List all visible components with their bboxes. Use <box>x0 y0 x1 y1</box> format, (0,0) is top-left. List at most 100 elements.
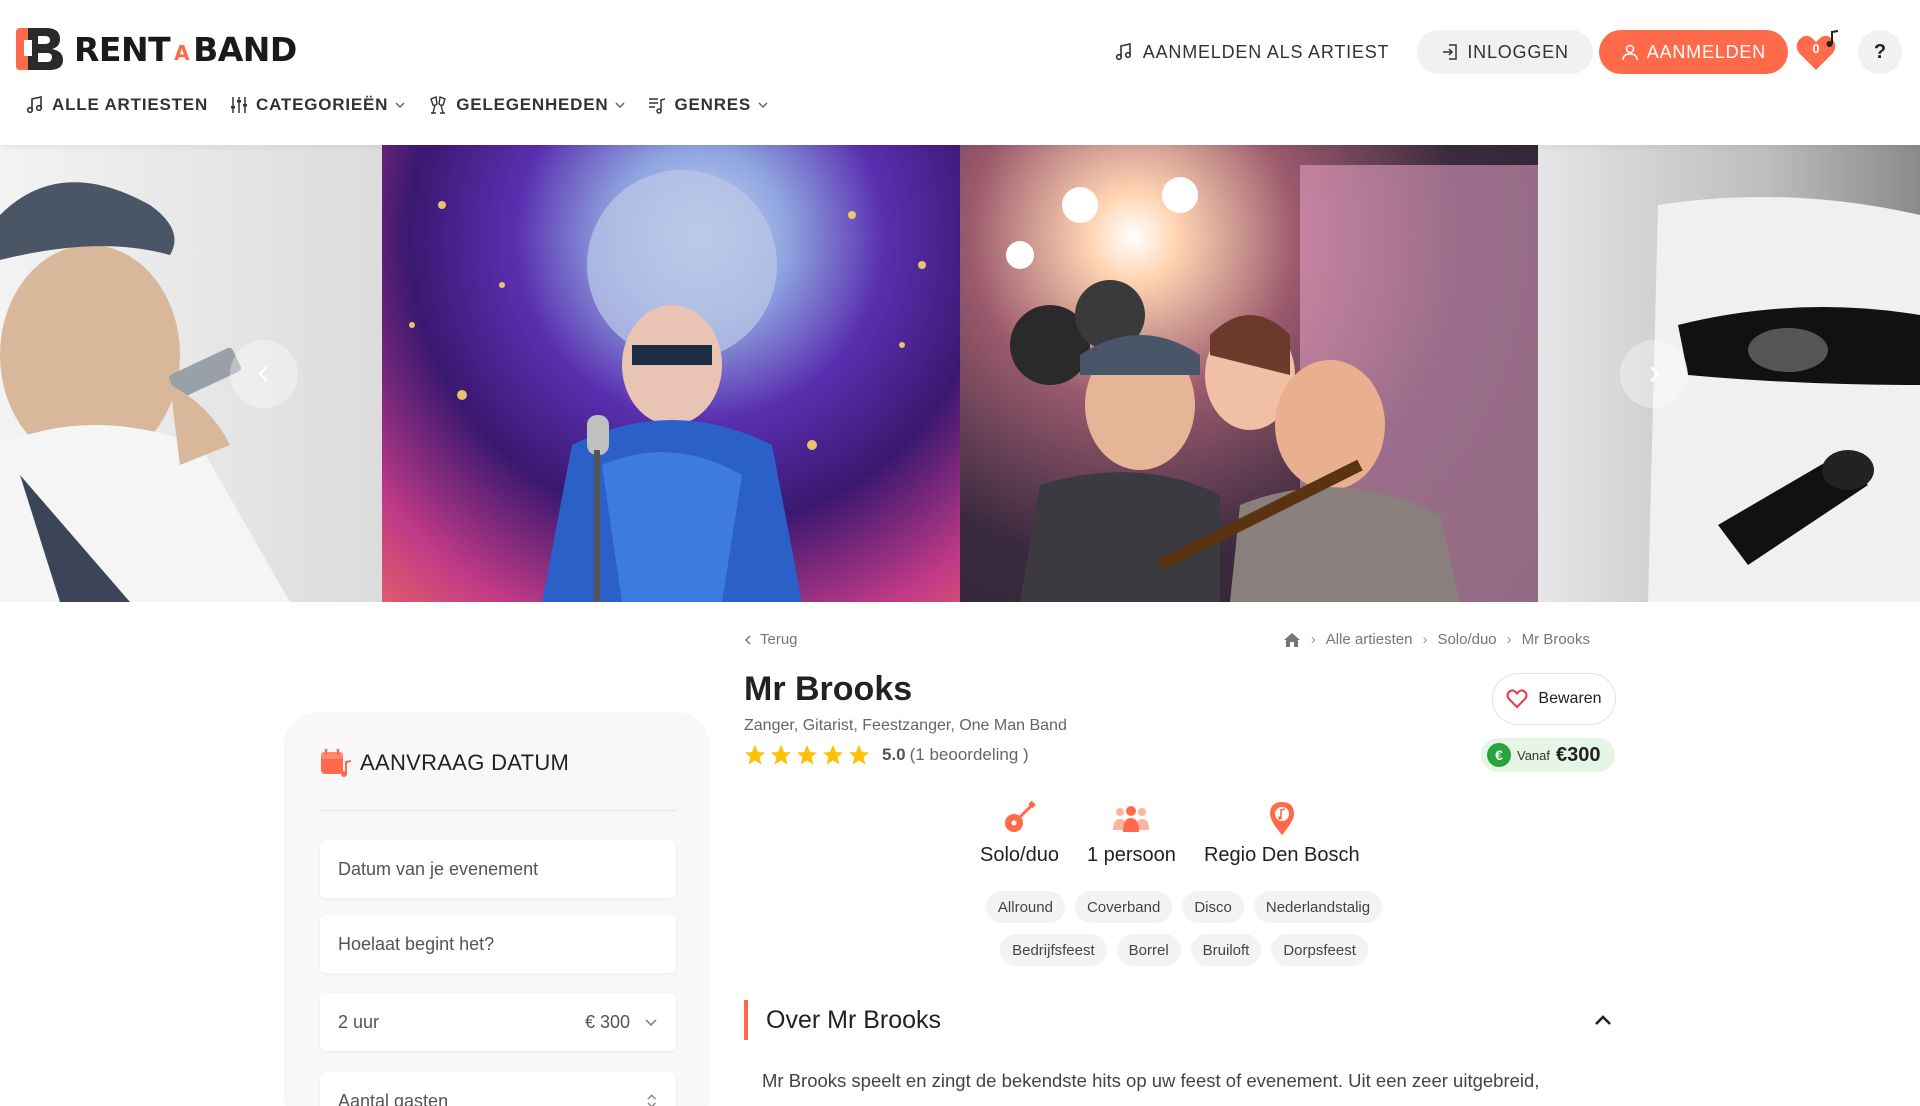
logo-text-a: A <box>174 41 190 65</box>
nav-categories-label: CATEGORIEËN <box>256 95 389 114</box>
rating-row: 5.0 (1 beoordeling ) <box>744 744 1029 766</box>
star-icon <box>797 745 817 765</box>
header-actions: AANMELDEN ALS ARTIEST INLOGGEN AANMELDEN… <box>1115 30 1902 74</box>
rating-stars <box>744 744 874 766</box>
euro-icon: € <box>1487 743 1511 767</box>
star-icon <box>849 745 869 765</box>
start-time-input[interactable] <box>338 933 658 955</box>
login-button[interactable]: INLOGGEN <box>1417 30 1593 74</box>
chevron-down-icon <box>395 102 405 109</box>
booking-title-label: AANVRAAG DATUM <box>360 750 570 775</box>
genre-tag[interactable]: Coverband <box>1074 891 1173 923</box>
nav-categories[interactable]: CATEGORIEËN <box>230 95 406 115</box>
occasion-tag[interactable]: Borrel <box>1116 934 1181 966</box>
gallery-prev-button[interactable] <box>230 340 298 408</box>
genre-tags: Allround Coverband Disco Nederlandstalig <box>964 891 1404 923</box>
user-icon <box>1622 44 1638 61</box>
breadcrumb-solo-duo[interactable]: Solo/duo <box>1437 631 1496 648</box>
occasion-tag[interactable]: Dorpsfeest <box>1271 934 1368 966</box>
help-button[interactable]: ? <box>1858 30 1902 74</box>
disco-performer-image <box>409 170 926 602</box>
home-icon[interactable] <box>1283 632 1301 648</box>
chevron-down-icon <box>758 102 768 109</box>
chevron-right-icon <box>1650 366 1660 382</box>
save-button[interactable]: Bewaren <box>1492 673 1616 725</box>
genre-tag[interactable]: Nederlandstalig <box>1253 891 1383 923</box>
start-time-field[interactable] <box>320 915 676 973</box>
artist-name: Mr Brooks <box>744 670 913 708</box>
gallery-next-button[interactable] <box>1620 340 1688 408</box>
guitar-icon <box>1005 801 1037 832</box>
duration-select[interactable]: 2 uur € 300 <box>320 993 676 1051</box>
music-note-icon <box>26 96 43 114</box>
artist-roles: Zanger, Gitarist, Feestzanger, One Man B… <box>744 717 1067 734</box>
star-icon <box>771 745 791 765</box>
gallery-photo[interactable] <box>0 145 382 602</box>
event-date-input[interactable] <box>338 858 658 880</box>
champagne-glasses-icon <box>430 96 447 114</box>
location-icon <box>1269 802 1294 835</box>
favorites-button[interactable]: 0 <box>1794 30 1842 74</box>
booking-divider <box>320 810 676 811</box>
register-label: AANMELDEN <box>1646 41 1766 62</box>
breadcrumb-all-artists[interactable]: Alle artiesten <box>1326 631 1413 648</box>
gallery-photo[interactable] <box>382 145 960 602</box>
back-label: Terug <box>760 631 798 648</box>
register-button[interactable]: AANMELDEN <box>1598 30 1788 74</box>
breadcrumb-separator: › <box>1422 631 1428 648</box>
occasion-tags: Bedrijfsfeest Borrel Bruiloft Dorpsfeest <box>964 934 1404 966</box>
main-navigation: ALLE ARTIESTEN CATEGORIEËN GELEGENHEDEN … <box>26 92 791 118</box>
guests-input[interactable] <box>338 1090 645 1106</box>
feature-region-label: Regio Den Bosch <box>1203 844 1360 866</box>
chevron-left-icon <box>258 366 268 382</box>
genre-tag[interactable]: Disco <box>1182 891 1244 923</box>
login-icon <box>1443 44 1458 60</box>
performer-with-harmonica-image <box>0 182 290 602</box>
booking-card: AANVRAAG DATUM 2 uur € 300 <box>284 712 710 1106</box>
occasion-tag[interactable]: Bruiloft <box>1190 934 1262 966</box>
about-title: Over Mr Brooks <box>766 1005 942 1034</box>
chevron-up-icon[interactable] <box>1594 1013 1612 1027</box>
occasion-tag[interactable]: Bedrijfsfeest <box>1000 934 1107 966</box>
feature-size: 1 persoon <box>1087 798 1176 867</box>
gallery-photo[interactable] <box>1538 145 1920 602</box>
feature-region: Regio Den Bosch <box>1204 798 1360 867</box>
event-date-field[interactable] <box>320 840 676 898</box>
breadcrumb-current: Mr Brooks <box>1521 631 1590 648</box>
people-icon <box>1113 806 1150 832</box>
logo-text-band: BAND <box>193 29 297 69</box>
stepper-arrows-icon[interactable] <box>645 1092 658 1106</box>
nav-occasions[interactable]: GELEGENHEDEN <box>428 95 626 115</box>
rent-a-band-logo[interactable]: RENT A BAND <box>14 26 297 72</box>
artist-features: Solo/duo 1 persoon Regio Den Bosch <box>980 798 1388 867</box>
price-value: €300 <box>1556 743 1601 766</box>
artist-signup-label: AANMELDEN ALS ARTIEST <box>1142 41 1390 62</box>
login-label: INLOGGEN <box>1467 41 1569 62</box>
feature-type: Solo/duo <box>980 798 1059 867</box>
duration-price: € 300 <box>584 1011 630 1032</box>
chevron-left-icon <box>744 634 751 645</box>
nav-all-artists[interactable]: ALLE ARTIESTEN <box>26 95 208 115</box>
feature-type-label: Solo/duo <box>980 844 1059 866</box>
genre-tag[interactable]: Allround <box>985 891 1065 923</box>
logo-mark-icon <box>16 28 63 70</box>
gallery-photo[interactable] <box>960 145 1538 602</box>
guests-field[interactable] <box>320 1072 676 1106</box>
music-list-icon <box>649 98 666 114</box>
heart-icon <box>1506 689 1528 709</box>
help-label: ? <box>1873 40 1887 63</box>
duration-value: 2 uur <box>338 1011 380 1032</box>
about-section-header[interactable]: Over Mr Brooks <box>744 1000 1620 1040</box>
price-badge: € Vanaf €300 <box>1481 738 1615 772</box>
back-link[interactable]: Terug <box>744 631 798 648</box>
nav-genres[interactable]: GENRES <box>648 95 769 115</box>
singer-sketch-image <box>1648 197 1920 602</box>
favorites-count: 0 <box>1812 41 1820 56</box>
performer-with-guests-image <box>1006 165 1538 602</box>
chevron-down-icon <box>645 1019 657 1027</box>
artist-signup-link[interactable]: AANMELDEN ALS ARTIEST <box>1115 42 1390 63</box>
booking-title: AANVRAAG DATUM <box>320 748 569 778</box>
breadcrumb-separator: › <box>1310 631 1316 648</box>
rating-count[interactable]: (1 beoordeling ) <box>910 745 1029 765</box>
calendar-music-icon <box>321 749 352 777</box>
